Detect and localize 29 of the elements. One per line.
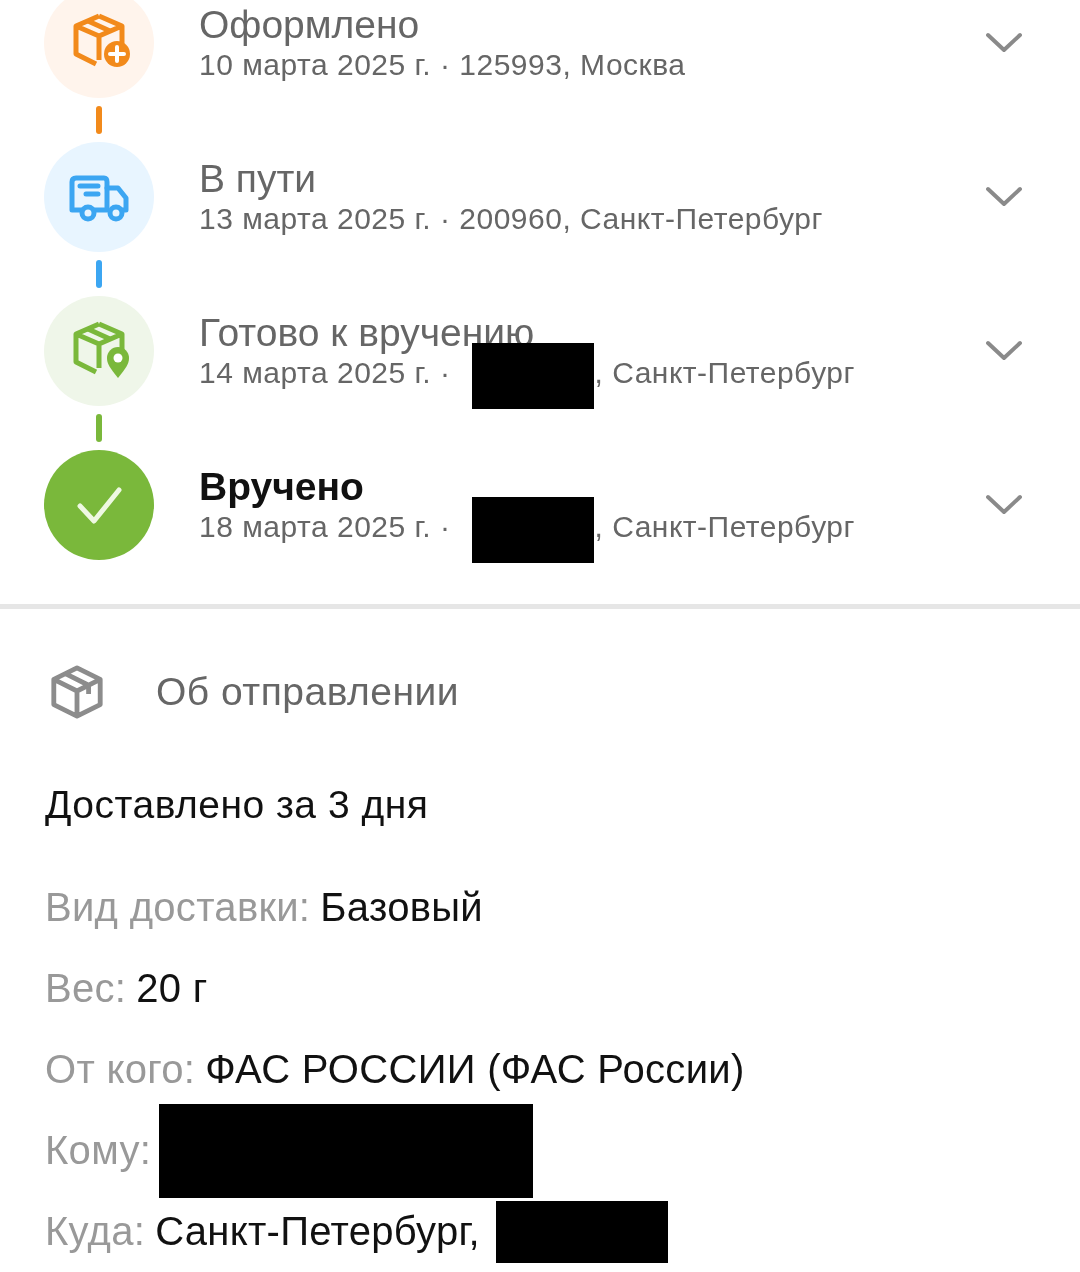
status-date: 10 марта 2025 г. · 125993, Москва <box>199 48 686 82</box>
detail-label: От кого: <box>45 1047 196 1092</box>
detail-value: Базовый <box>320 885 483 930</box>
box-icon <box>48 663 106 721</box>
detail-label: Кому: <box>45 1128 152 1173</box>
status-date: 18 марта 2025 г. · <box>199 510 451 544</box>
chevron-icon[interactable] <box>984 31 1024 55</box>
status-date: 14 марта 2025 г. · <box>199 356 451 390</box>
status-title: В пути <box>199 157 318 201</box>
detail-value: ФАС РОССИИ (ФАС России) <box>205 1047 745 1092</box>
status-title: Готово к вручению <box>199 311 536 355</box>
detail-label: Куда: <box>45 1209 146 1254</box>
detail-label: Вес: <box>45 966 127 1011</box>
timeline-connector <box>96 260 102 288</box>
chevron-icon[interactable] <box>984 339 1024 363</box>
timeline-connector <box>96 414 102 442</box>
status-date: 13 марта 2025 г. · 200960, Санкт-Петербург <box>199 202 823 236</box>
detail-value: 20 г <box>136 966 208 1011</box>
chevron-icon[interactable] <box>984 185 1024 209</box>
section-title: Об отправлении <box>156 670 460 714</box>
timeline-connector <box>96 106 102 134</box>
detail-label: Вид доставки: <box>45 885 311 930</box>
status-city: , Санкт-Петербург <box>594 356 855 390</box>
chevron-icon[interactable] <box>984 493 1024 517</box>
detail-value: Санкт-Петербург, <box>155 1209 480 1254</box>
status-title: Вручено <box>199 465 365 509</box>
status-title: Оформлено <box>199 3 421 47</box>
delivery-summary: Доставлено за 3 дня <box>44 782 430 827</box>
status-city: , Санкт-Петербург <box>594 510 855 544</box>
